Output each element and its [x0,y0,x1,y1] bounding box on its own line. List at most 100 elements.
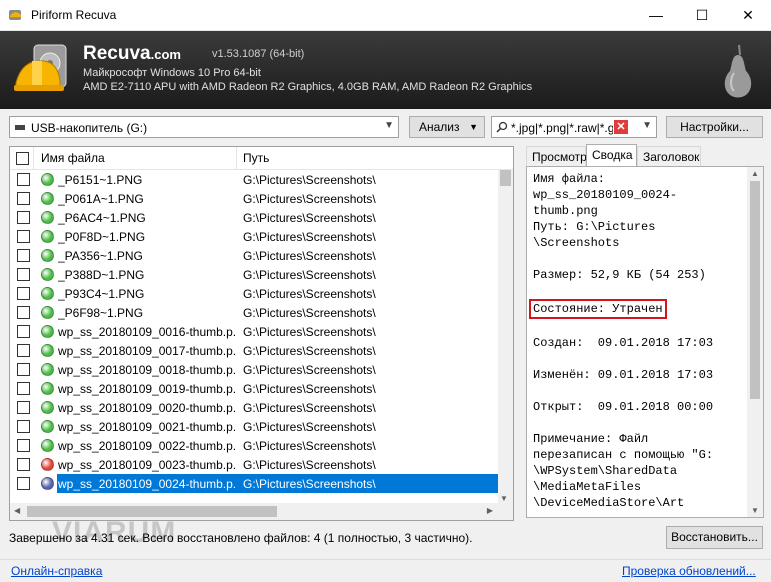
table-row[interactable]: wp_ss_20180109_0016-thumb.p... G:\Picture… [10,322,498,341]
table-row[interactable]: wp_ss_20180109_0019-thumb.p... G:\Picture… [10,379,498,398]
scroll-down-arrow-icon[interactable]: ▼ [500,494,508,503]
check-updates-link[interactable]: Проверка обновлений... [622,564,756,578]
recovery-state-icon [41,268,54,281]
table-row[interactable]: wp_ss_20180109_0022-thumb.p... G:\Picture… [10,436,498,455]
table-row[interactable]: wp_ss_20180109_0023-thumb.p... G:\Picture… [10,455,498,474]
close-button[interactable]: ✕ [725,0,771,30]
table-row[interactable]: _P388D~1.PNG G:\Pictures\Screenshots\ [10,265,498,284]
recovery-state-icon [41,382,54,395]
clear-filter-icon[interactable]: ✕ [614,120,628,134]
file-name-cell: _P6151~1.PNG [58,173,143,187]
select-all-checkbox[interactable] [16,152,29,165]
file-filter-combo[interactable]: *.jpg|*.png|*.raw|*.gif ✕ ▼ [491,116,657,138]
version-label: v1.53.1087 (64-bit) [212,48,305,60]
brand-name: Recuva.com [83,43,181,64]
table-row[interactable]: _P6AC4~1.PNG G:\Pictures\Screenshots\ [10,208,498,227]
file-path-cell: G:\Pictures\Screenshots\ [243,287,376,301]
row-checkbox[interactable] [17,192,30,205]
table-row[interactable]: _P6151~1.PNG G:\Pictures\Screenshots\ [10,170,498,189]
row-checkbox[interactable] [17,173,30,186]
file-path-cell: G:\Pictures\Screenshots\ [243,306,376,320]
row-checkbox[interactable] [17,458,30,471]
table-row[interactable]: wp_ss_20180109_0024-thumb.p... G:\Picture… [10,474,498,493]
row-checkbox[interactable] [17,211,30,224]
info-vertical-scrollbar[interactable]: ▲ ▼ [747,167,763,517]
scrollbar-thumb[interactable] [750,181,760,399]
row-checkbox[interactable] [17,344,30,357]
file-path-cell: G:\Pictures\Screenshots\ [243,230,376,244]
file-filter-value[interactable]: *.jpg|*.png|*.raw|*.gif [511,121,613,135]
row-checkbox[interactable] [17,249,30,262]
os-info: Майкрософт Windows 10 Pro 64-bit [83,67,261,79]
chevron-down-icon: ▼ [384,120,394,131]
file-name-cell: _P6F98~1.PNG [58,306,144,320]
info-line [533,415,741,431]
settings-button[interactable]: Настройки... [666,116,763,138]
file-path-cell: G:\Pictures\Screenshots\ [243,173,376,187]
row-checkbox[interactable] [17,439,30,452]
recovery-state-icon [41,325,54,338]
tab-header[interactable]: Заголовок [637,146,701,166]
file-name-cell: wp_ss_20180109_0022-thumb.p... [58,439,236,453]
recovery-state-icon [41,306,54,319]
scroll-left-arrow-icon[interactable]: ◀ [14,506,20,515]
table-row[interactable]: _P6F98~1.PNG G:\Pictures\Screenshots\ [10,303,498,322]
recovery-state-icon [41,439,54,452]
list-vertical-scrollbar[interactable]: ▼ [498,170,513,503]
file-list-header: Имя файла Путь [10,147,513,170]
row-checkbox[interactable] [17,287,30,300]
scan-button-label: Анализ [419,120,460,134]
row-checkbox[interactable] [17,477,30,490]
file-list: Имя файла Путь _P6151~1.PNG G:\Pictures\S… [9,146,514,521]
row-checkbox[interactable] [17,268,30,281]
maximize-button[interactable]: ☐ [679,0,725,30]
table-row[interactable]: _P061A~1.PNG G:\Pictures\Screenshots\ [10,189,498,208]
scan-button[interactable]: Анализ ▼ [409,116,485,138]
tab-summary[interactable]: Сводка [586,144,637,166]
info-line [533,383,741,399]
chevron-down-icon[interactable]: ▼ [642,120,652,131]
recovery-state-icon [41,230,54,243]
file-name-cell: wp_ss_20180109_0017-thumb.p... [58,344,236,358]
info-line [533,351,741,367]
recover-button[interactable]: Восстановить... [666,526,763,549]
file-path-cell: G:\Pictures\Screenshots\ [243,401,376,415]
row-checkbox[interactable] [17,401,30,414]
table-row[interactable]: _PA356~1.PNG G:\Pictures\Screenshots\ [10,246,498,265]
table-row[interactable]: wp_ss_20180109_0020-thumb.p... G:\Picture… [10,398,498,417]
minimize-button[interactable]: — [633,0,679,30]
file-path-cell: G:\Pictures\Screenshots\ [243,439,376,453]
info-line: Примечание: Файл [533,432,649,446]
online-help-link[interactable]: Онлайн-справка [11,564,102,578]
file-name-cell: _P93C4~1.PNG [58,287,145,301]
tab-preview[interactable]: Просмотр [526,146,587,166]
row-checkbox[interactable] [17,420,30,433]
file-name-cell: _P0F8D~1.PNG [58,230,146,244]
column-header-name[interactable]: Имя файла [34,147,237,169]
row-checkbox[interactable] [17,363,30,376]
column-header-path[interactable]: Путь [237,147,498,169]
row-checkbox[interactable] [17,306,30,319]
row-checkbox[interactable] [17,325,30,338]
scroll-right-arrow-icon[interactable]: ▶ [487,506,493,515]
scroll-down-arrow-icon[interactable]: ▼ [751,506,759,515]
drive-select[interactable]: USB-накопитель (G:) ▼ [9,116,399,138]
scroll-up-arrow-icon[interactable]: ▲ [751,169,759,178]
file-name-cell: _P6AC4~1.PNG [58,211,146,225]
file-path-cell: G:\Pictures\Screenshots\ [243,268,376,282]
row-checkbox[interactable] [17,230,30,243]
table-row[interactable]: _P93C4~1.PNG G:\Pictures\Screenshots\ [10,284,498,303]
row-checkbox[interactable] [17,382,30,395]
table-row[interactable]: _P0F8D~1.PNG G:\Pictures\Screenshots\ [10,227,498,246]
info-line: \MediaMetaFiles [533,480,642,494]
info-line: wp_ss_20180109_0024- [533,188,678,202]
dropdown-arrow-icon[interactable]: ▼ [469,117,478,137]
table-row[interactable]: wp_ss_20180109_0017-thumb.p... G:\Picture… [10,341,498,360]
recovery-state-icon [41,173,54,186]
table-row[interactable]: wp_ss_20180109_0021-thumb.p... G:\Picture… [10,417,498,436]
file-path-cell: G:\Pictures\Screenshots\ [243,325,376,339]
window-title: Piriform Recuva [31,8,117,22]
file-name-cell: _P061A~1.PNG [58,192,144,206]
table-row[interactable]: wp_ss_20180109_0018-thumb.p... G:\Picture… [10,360,498,379]
scrollbar-thumb[interactable] [500,170,511,186]
